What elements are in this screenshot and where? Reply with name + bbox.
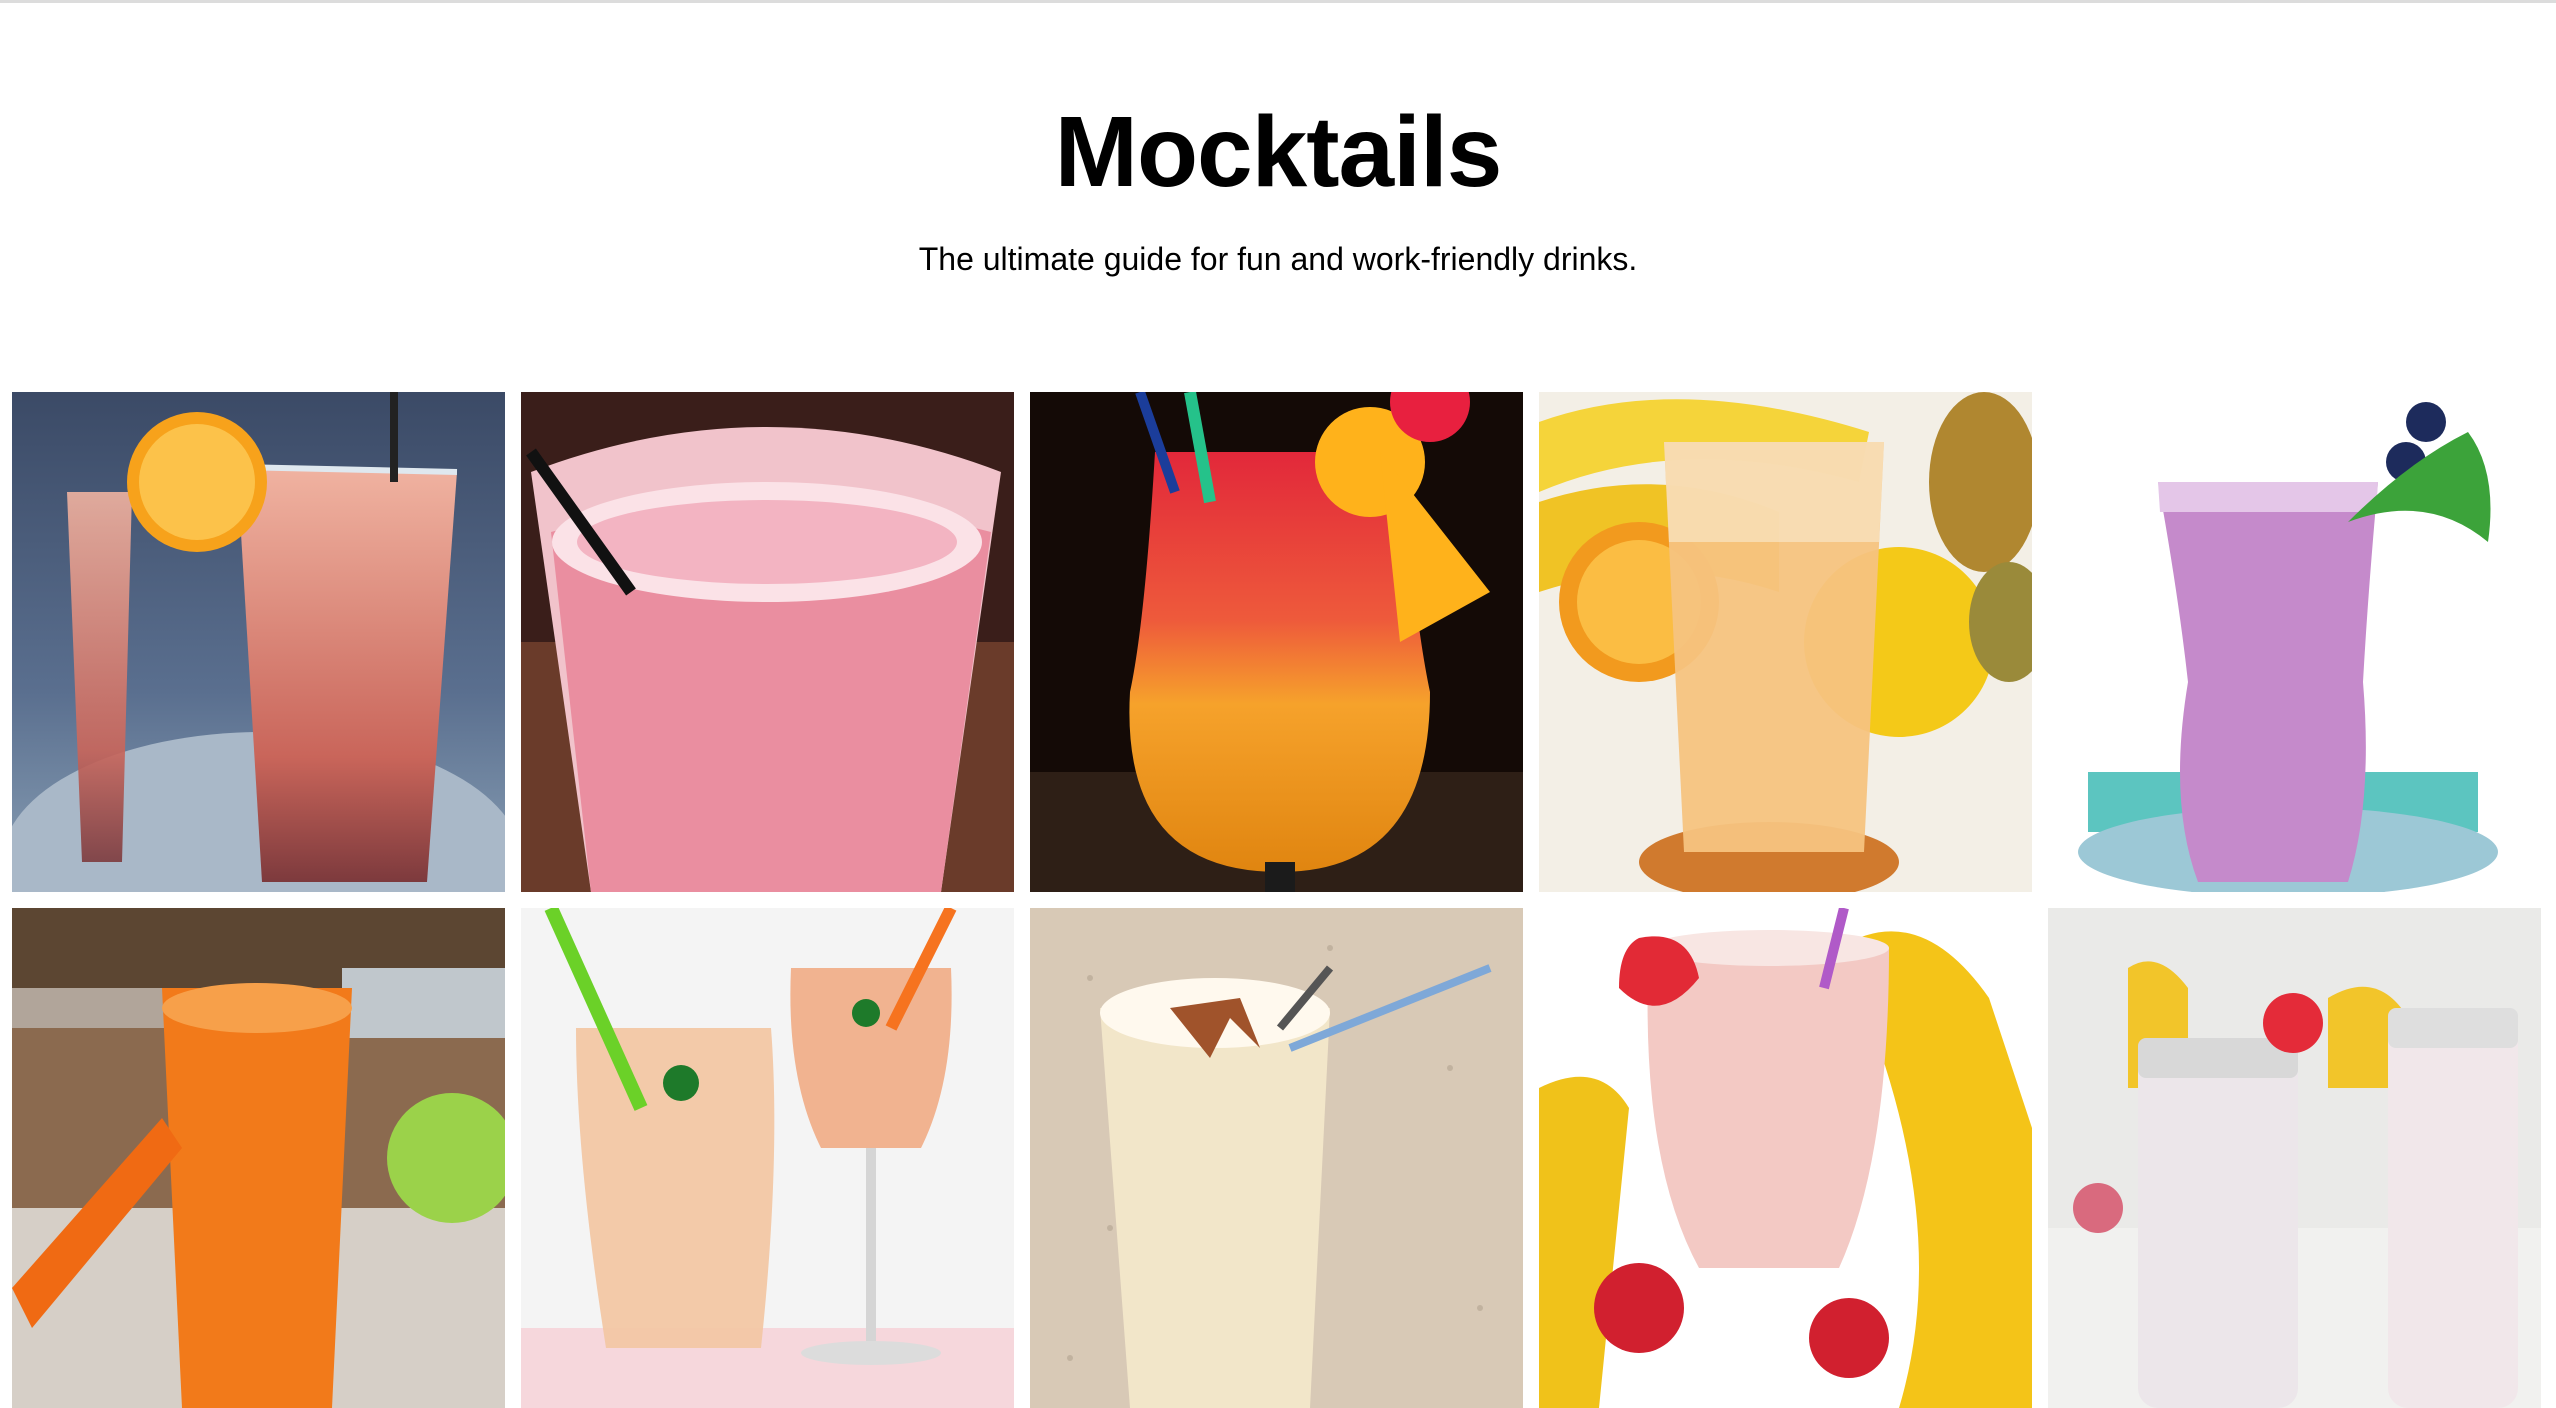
berry-smoothie-image [2048,392,2541,892]
gallery-photo-carrot-juice[interactable] [12,908,505,1408]
strawberry-banana-image [1539,908,2032,1408]
mocktail-gallery [12,392,2541,1408]
gallery-photo-strawberry-banana[interactable] [1539,908,2032,1408]
gallery-photo-pink-lemonade[interactable] [12,392,505,892]
gallery-photo-peach-smoothies[interactable] [521,908,1014,1408]
top-divider [0,0,2556,3]
peach-smoothies-image [521,908,1014,1408]
gallery-photo-sunrise-mocktail[interactable] [1030,392,1523,892]
carrot-juice-image [12,908,505,1408]
gallery-photo-orange-juice[interactable] [1539,392,2032,892]
orange-juice-image [1539,392,2032,892]
gallery-photo-strawberry-frozen[interactable] [521,392,1014,892]
sunrise-mocktail-image [1030,392,1523,892]
page-title: Mocktails [1054,96,1503,208]
strawberry-frozen-image [521,392,1014,892]
cinnamon-shake-image [1030,908,1523,1408]
gallery-photo-jar-smoothies[interactable] [2048,908,2541,1408]
gallery-photo-cinnamon-shake[interactable] [1030,908,1523,1408]
page-subtitle: The ultimate guide for fun and work-frie… [918,241,1638,277]
gallery-photo-berry-smoothie[interactable] [2048,392,2541,892]
jar-smoothies-image [2048,908,2541,1408]
pink-lemonade-image [12,392,505,892]
